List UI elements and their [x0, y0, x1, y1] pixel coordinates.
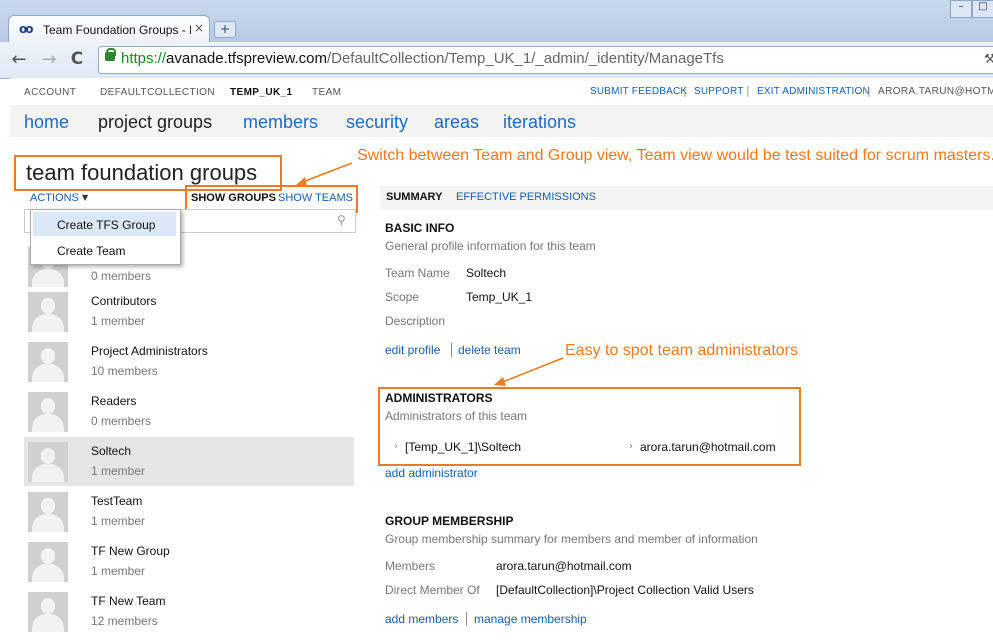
annotation-arrows	[296, 162, 564, 386]
arrowhead-icon	[494, 377, 506, 386]
menu-item-label: Create TFS Group	[57, 218, 156, 232]
annotation-arrow-view	[299, 162, 353, 184]
annotation-arrow-admin	[499, 357, 564, 384]
menu-item-label: Create Team	[57, 244, 126, 258]
menu-item-create-team[interactable]: Create Team	[33, 238, 176, 262]
arrowhead-icon	[296, 177, 307, 186]
menu-item-create-tfs-group[interactable]: Create TFS Group	[33, 212, 176, 236]
actions-dropdown: Create TFS Group Create Team	[30, 209, 181, 265]
